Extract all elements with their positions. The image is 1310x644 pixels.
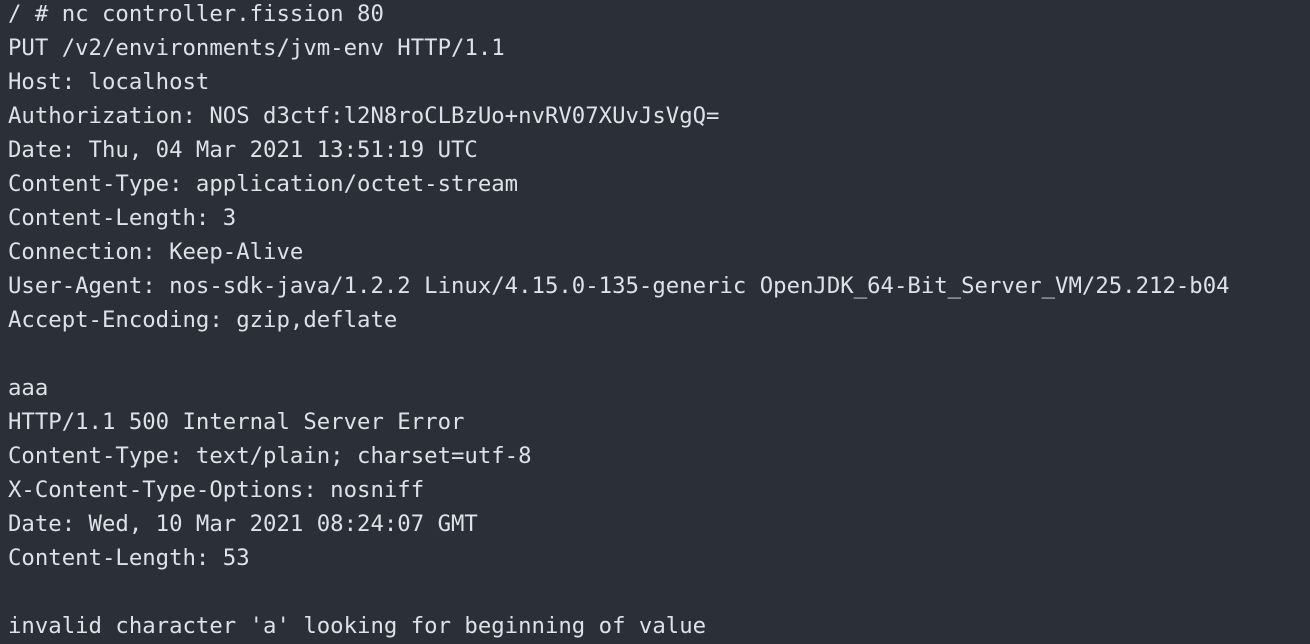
date-header: Date: Thu, 04 Mar 2021 13:51:19 UTC [8, 137, 478, 163]
host-header: Host: localhost [8, 69, 210, 95]
response-content-length-header: Content-Length: 53 [8, 545, 250, 571]
authorization-header: Authorization: NOS d3ctf:l2N8roCLBzUo+nv… [8, 103, 720, 129]
request-line: PUT /v2/environments/jvm-env HTTP/1.1 [8, 35, 505, 61]
response-content-type-header: Content-Type: text/plain; charset=utf-8 [8, 443, 532, 469]
response-body: invalid character 'a' looking for beginn… [8, 613, 707, 639]
response-status-line: HTTP/1.1 500 Internal Server Error [8, 409, 465, 435]
response-date-header: Date: Wed, 10 Mar 2021 08:24:07 GMT [8, 511, 478, 537]
response-x-content-type-options-header: X-Content-Type-Options: nosniff [8, 477, 425, 503]
content-length-header: Content-Length: 3 [8, 205, 237, 231]
content-type-header: Content-Type: application/octet-stream [8, 171, 519, 197]
command-line: / # nc controller.fission 80 [8, 1, 384, 27]
terminal-output[interactable]: / # nc controller.fission 80 PUT /v2/env… [0, 0, 1310, 644]
connection-header: Connection: Keep-Alive [8, 239, 304, 265]
user-agent-header: User-Agent: nos-sdk-java/1.2.2 Linux/4.1… [8, 273, 1230, 299]
accept-encoding-header: Accept-Encoding: gzip,deflate [8, 307, 398, 333]
request-body: aaa [8, 375, 49, 401]
